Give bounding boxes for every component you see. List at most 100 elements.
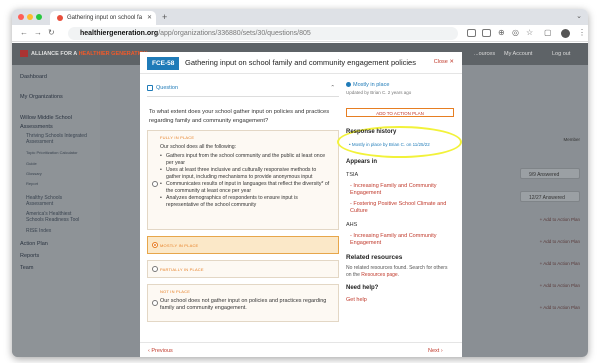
related-resources-text: No related resources found. Search for o… [346, 265, 448, 278]
minimize-window-icon[interactable] [27, 14, 33, 20]
option-bullet: Communicates results of input in languag… [160, 181, 332, 195]
sidebar-item-action-plan[interactable]: Action Plan [20, 241, 48, 247]
close-button[interactable]: Close ✕ [434, 59, 454, 65]
modal-header: FCE-58 Gathering input on school family … [140, 52, 462, 74]
option-level-label: NOT IN PLACE [160, 289, 191, 294]
sidebar-sub-item[interactable]: Report [26, 181, 38, 186]
logo-accent: HEALTHIER GENERATION [78, 50, 148, 57]
option-bullet: Analyzes demographics of respondents to … [160, 195, 332, 209]
tracking-icon[interactable]: ◎ [512, 28, 519, 37]
translate-icon[interactable] [482, 29, 491, 37]
next-button[interactable]: Next › [428, 348, 443, 354]
maximize-window-icon[interactable] [36, 14, 42, 20]
sidebar: Dashboard My Organizations Willow Middle… [12, 65, 100, 357]
option-radio-selected[interactable] [152, 242, 158, 248]
sidebar-sub-item[interactable]: Assessment [26, 201, 53, 207]
bg-add-link[interactable]: + Add to Action Plan [540, 305, 580, 310]
chevron-up-icon[interactable]: ⌃ [330, 85, 335, 91]
extensions-icon[interactable]: ▢ [544, 28, 552, 37]
sidebar-sub-item[interactable]: RISE Index [26, 228, 51, 234]
appears-in-title: Appears in [346, 159, 378, 165]
install-app-icon[interactable] [467, 29, 476, 37]
option-level-label: PARTIALLY IN PLACE [160, 267, 204, 272]
status-badge: Mostly in place [346, 82, 389, 88]
bg-answered-text: 9/9 Answered [529, 172, 560, 178]
option-partially-in-place[interactable]: PARTIALLY IN PLACE [147, 260, 339, 278]
resources-page-link[interactable]: Resources page [361, 272, 397, 278]
previous-label: Previous [151, 348, 173, 354]
question-modal: FCE-58 Gathering input on school family … [140, 52, 462, 357]
sidebar-item-assessments[interactable]: Assessments [20, 124, 53, 130]
bg-answered-pill[interactable]: 12/27 Answered [520, 191, 580, 202]
sidebar-sub-item[interactable]: Guide [26, 161, 37, 166]
bg-add-link[interactable]: + Add to Action Plan [540, 283, 580, 288]
question-section-header[interactable]: Question ⌃ [147, 85, 339, 97]
question-icon [147, 85, 153, 91]
option-body: Our school does not gather input on poli… [160, 298, 327, 311]
option-bullet: Uses at least three inclusive and cultur… [160, 167, 332, 181]
response-history-item: • Mostly in place by Brian C. on 11/25/2… [349, 142, 430, 147]
url-field[interactable]: healthiergeneration.org/app/organization… [68, 27, 458, 40]
header-link-logout[interactable]: Log out [552, 51, 570, 57]
group-name-tsia: TSIA [346, 172, 359, 178]
bg-add-link[interactable]: + Add to Action Plan [540, 261, 580, 266]
bookmark-star-icon[interactable]: ☆ [526, 28, 533, 37]
tab-title: Gathering input on school fa [67, 15, 143, 21]
reload-icon[interactable]: ↻ [48, 28, 55, 37]
need-help-title: Need help? [346, 285, 379, 291]
appears-link[interactable]: Increasing Family and Community Engageme… [350, 183, 452, 197]
question-header-label: Question [156, 85, 179, 91]
response-history-title: Response history [346, 129, 397, 135]
option-mostly-in-place[interactable]: MOSTLY IN PLACE [147, 236, 339, 254]
sidebar-item-organizations[interactable]: My Organizations [20, 94, 63, 100]
url-host: healthiergeneration.org [80, 30, 159, 37]
header-link-account[interactable]: My Account [504, 51, 532, 57]
option-radio[interactable] [152, 300, 158, 306]
profile-avatar[interactable] [561, 29, 570, 38]
sidebar-sub-item[interactable]: Schools Readiness Tool [26, 217, 79, 223]
get-help-link[interactable]: Get help [346, 297, 367, 303]
logo-mark-icon [20, 50, 28, 57]
logo-text: ALLIANCE FOR A [31, 50, 78, 57]
sidebar-sub-item[interactable]: Glossary [26, 171, 42, 176]
bg-member-label: Member [563, 137, 580, 142]
new-tab-icon[interactable]: + [162, 12, 167, 22]
site-logo[interactable]: ALLIANCE FOR A HEALTHIER GENERATION [20, 50, 147, 57]
option-radio[interactable] [152, 266, 158, 272]
tab-strip: Gathering input on school fa ✕ + ⌄ [12, 9, 588, 25]
close-tab-icon[interactable]: ✕ [147, 14, 152, 21]
sidebar-sub-item[interactable]: Assessment [26, 139, 53, 145]
menu-kebab-icon[interactable]: ⋮ [578, 28, 586, 37]
browser-tab[interactable]: Gathering input on school fa ✕ [50, 11, 156, 25]
sidebar-item-reports[interactable]: Reports [20, 253, 39, 259]
option-bullets: Gathers input from the school community … [160, 153, 332, 209]
modal-title: Gathering input on school family and com… [185, 58, 416, 67]
appears-link[interactable]: Increasing Family and Community Engageme… [350, 233, 452, 247]
question-code-badge: FCE-58 [147, 57, 180, 70]
next-label: Next [428, 348, 440, 354]
forward-icon[interactable]: → [34, 28, 42, 37]
sidebar-item-school[interactable]: Willow Middle School [20, 115, 72, 121]
add-to-action-plan-button[interactable]: ADD TO ACTION PLAN [346, 108, 454, 117]
zoom-icon[interactable]: ⊕ [498, 28, 505, 37]
sidebar-item-team[interactable]: Team [20, 265, 33, 271]
previous-button[interactable]: ‹ Previous [148, 348, 173, 354]
related-resources-title: Related resources [346, 254, 403, 261]
header-link-resources[interactable]: ...ources [474, 51, 495, 57]
option-intro: Our school does all the following: [160, 144, 237, 150]
option-not-in-place[interactable]: NOT IN PLACE Our school does not gather … [147, 284, 339, 322]
background-panel: Member 9/9 Answered 12/27 Answered + Add… [470, 103, 588, 357]
appears-link[interactable]: Fostering Positive School Climate and Cu… [350, 201, 452, 215]
bg-add-link[interactable]: + Add to Action Plan [540, 217, 580, 222]
tab-search-icon[interactable]: ⌄ [576, 12, 582, 20]
bg-answered-pill[interactable]: 9/9 Answered [520, 168, 580, 179]
address-bar-row: ← → ↻ healthiergeneration.org/app/organi… [12, 25, 588, 42]
sidebar-item-dashboard[interactable]: Dashboard [20, 74, 47, 80]
updated-by-text: Updated by Brian C. 2 years ago [346, 90, 412, 95]
option-fully-in-place[interactable]: FULLY IN PLACE Our school does all the f… [147, 130, 339, 230]
close-window-icon[interactable] [18, 14, 24, 20]
bg-add-link[interactable]: + Add to Action Plan [540, 239, 580, 244]
sidebar-sub-item[interactable]: Topic Prioritization Calculator [26, 150, 78, 155]
back-icon[interactable]: ← [20, 28, 28, 37]
option-radio[interactable] [152, 181, 158, 187]
